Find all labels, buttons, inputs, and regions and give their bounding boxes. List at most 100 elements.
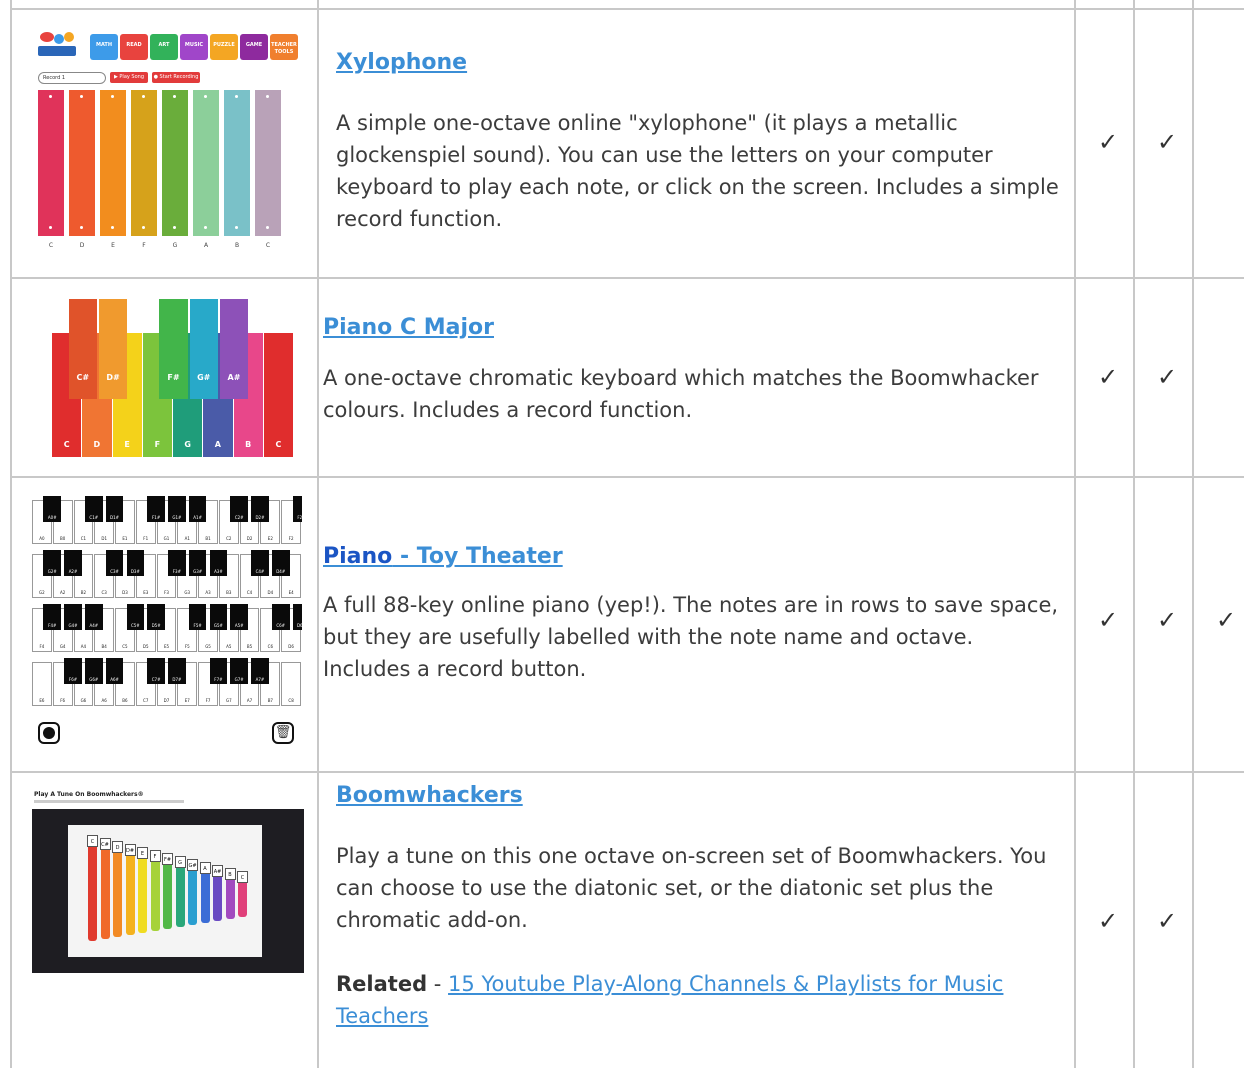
record-button-icon[interactable] xyxy=(38,722,60,744)
boomwhacker-tube[interactable]: D# xyxy=(124,844,136,935)
piano-black-key[interactable]: C7# xyxy=(147,658,165,684)
piano-black-key[interactable]: A1# xyxy=(188,496,207,522)
piano-black-key[interactable]: G5# xyxy=(209,604,228,630)
piano-black-key[interactable]: C# xyxy=(68,299,97,399)
boomwhacker-tube[interactable]: G# xyxy=(187,859,198,925)
piano-white-key[interactable]: E6 xyxy=(32,662,52,706)
nav-button-math[interactable]: MATH xyxy=(90,34,118,60)
piano-black-key[interactable]: G6# xyxy=(84,658,103,684)
boomwhackers-link[interactable]: Boomwhackers xyxy=(336,783,523,808)
white-key-label: C4 xyxy=(246,590,253,595)
white-key-label: C5 xyxy=(122,644,128,649)
piano-c-major-thumbnail[interactable]: C D E F G A B C C# D# F# G# A# xyxy=(52,299,294,457)
boomwhacker-tube[interactable]: C xyxy=(237,871,248,917)
piano-black-key[interactable]: F# xyxy=(159,299,188,399)
piano-black-key[interactable]: F1# xyxy=(147,496,165,522)
boomwhacker-tube[interactable]: C# xyxy=(99,838,111,939)
start-recording-button[interactable]: ● Start Recording xyxy=(152,72,200,83)
xylophone-bar[interactable] xyxy=(255,90,281,236)
piano-toy-theater-link[interactable]: Piano - Toy Theater xyxy=(323,544,563,569)
piano-black-key[interactable]: A0# xyxy=(43,496,62,522)
piano-c-major-link[interactable]: Piano C Major xyxy=(323,315,494,340)
boomwhacker-tube[interactable]: E xyxy=(137,847,148,933)
xylophone-thumbnail[interactable]: MATH READ ART MUSIC PUZZLE GAME TEACHER TOOLS … xyxy=(34,28,306,264)
xylophone-bar[interactable] xyxy=(69,90,95,236)
xylophone-bar[interactable] xyxy=(100,90,126,236)
piano-black-key[interactable]: G4# xyxy=(64,604,82,630)
piano-black-key[interactable]: F6# xyxy=(64,658,82,684)
white-key-label: F4 xyxy=(39,644,45,649)
piano-black-key[interactable]: A5# xyxy=(230,604,248,630)
piano-black-key[interactable]: C3# xyxy=(105,550,124,576)
piano-black-key[interactable]: A# xyxy=(219,299,249,399)
record-select[interactable]: Record 1 xyxy=(38,72,106,84)
black-key-label: G7# xyxy=(234,677,244,682)
piano-black-key[interactable]: C1# xyxy=(84,496,103,522)
xylophone-link[interactable]: Xylophone xyxy=(336,50,467,75)
piano-black-key[interactable]: A4# xyxy=(84,604,103,630)
piano-black-key[interactable]: G7# xyxy=(230,658,248,684)
black-key-label: D6# xyxy=(296,623,302,628)
white-key-label: G7 xyxy=(225,698,232,703)
play-song-button[interactable]: ▶ Play Song xyxy=(110,72,148,83)
trash-icon[interactable]: 🗑 xyxy=(272,722,294,744)
piano-black-key[interactable]: G2# xyxy=(43,550,62,576)
piano-black-key[interactable]: F2# xyxy=(292,496,302,522)
piano-black-key[interactable]: D3# xyxy=(126,550,145,576)
xylophone-bar[interactable] xyxy=(38,90,64,236)
boomwhacker-tube[interactable]: D xyxy=(112,841,123,937)
table-row-xylophone: MATH READ ART MUSIC PUZZLE GAME TEACHER TOOLS … xyxy=(10,10,1244,277)
xylophone-bar[interactable] xyxy=(131,90,157,236)
piano-black-key[interactable]: G1# xyxy=(168,496,186,522)
xylophone-bar[interactable] xyxy=(224,90,250,236)
boomwhacker-tube[interactable]: A xyxy=(199,862,211,923)
piano-link-part1[interactable]: Piano xyxy=(323,544,392,569)
piano-88-key-thumbnail[interactable]: A0 B0 C1 D1 E1 F1 G1 A1 B1 C2 D2 E2 F2 A0# C1# D1# F1# G1… xyxy=(32,496,302,752)
piano-black-key[interactable]: D2# xyxy=(251,496,269,522)
boomwhacker-tube[interactable]: B xyxy=(224,868,236,919)
nav-button-music[interactable]: MUSIC xyxy=(180,34,208,60)
boomwhacker-tube[interactable]: F# xyxy=(162,853,173,929)
piano-black-key[interactable]: C4# xyxy=(251,550,269,576)
white-key-label: F3 xyxy=(164,590,169,595)
white-key-label: G5 xyxy=(205,644,211,649)
boomwhacker-tube[interactable]: G xyxy=(174,856,186,927)
piano-black-key[interactable]: D1# xyxy=(105,496,124,522)
boomwhacker-tube[interactable]: C xyxy=(87,835,98,941)
piano-black-key[interactable]: A6# xyxy=(105,658,124,684)
piano-black-key[interactable]: C2# xyxy=(230,496,248,522)
piano-white-key[interactable]: C8 xyxy=(281,662,301,706)
boomwhackers-thumbnail[interactable]: Play A Tune On Boomwhackers® C C# D D# E F F# G… xyxy=(32,789,304,973)
boomwhacker-tube[interactable]: F xyxy=(149,850,161,931)
piano-black-key[interactable]: F7# xyxy=(209,658,228,684)
piano-black-key[interactable]: D6# xyxy=(292,604,302,630)
related-line: Related - 15 Youtube Play-Along Channels… xyxy=(336,968,1056,1032)
black-key-label: F5# xyxy=(193,623,202,628)
piano-link-part2[interactable]: - Toy Theater xyxy=(392,544,563,569)
nav-button-teacher-tools[interactable]: TEACHER TOOLS xyxy=(270,34,298,60)
piano-black-key[interactable]: G# xyxy=(189,299,218,399)
piano-black-key[interactable]: F3# xyxy=(168,550,186,576)
piano-black-key[interactable]: D4# xyxy=(271,550,290,576)
piano-black-key[interactable]: D# xyxy=(98,299,128,399)
piano-black-key[interactable]: D7# xyxy=(168,658,186,684)
piano-black-key[interactable]: F4# xyxy=(43,604,62,630)
piano-black-key[interactable]: C5# xyxy=(126,604,145,630)
piano-black-key[interactable]: D5# xyxy=(147,604,165,630)
nav-button-game[interactable]: GAME xyxy=(240,34,268,60)
piano-black-key[interactable]: A2# xyxy=(64,550,82,576)
xylophone-bar[interactable] xyxy=(193,90,219,236)
table-row-piano-c-major: C D E F G A B C C# D# F# G# A# Piano C Major A one-… xyxy=(10,279,1244,476)
piano-black-key[interactable]: A7# xyxy=(251,658,269,684)
tube-label: D xyxy=(112,841,123,853)
nav-button-art[interactable]: ART xyxy=(150,34,178,60)
piano-black-key[interactable]: G3# xyxy=(188,550,207,576)
nav-button-puzzle[interactable]: PUZZLE xyxy=(210,34,238,60)
xylophone-bar[interactable] xyxy=(162,90,188,236)
piano-black-key[interactable]: C6# xyxy=(271,604,290,630)
piano-black-key[interactable]: A3# xyxy=(209,550,228,576)
piano-black-key[interactable]: F5# xyxy=(188,604,207,630)
nav-button-read[interactable]: READ xyxy=(120,34,148,60)
white-key-label: A2 xyxy=(60,590,66,595)
boomwhacker-tube[interactable]: A# xyxy=(212,865,223,921)
